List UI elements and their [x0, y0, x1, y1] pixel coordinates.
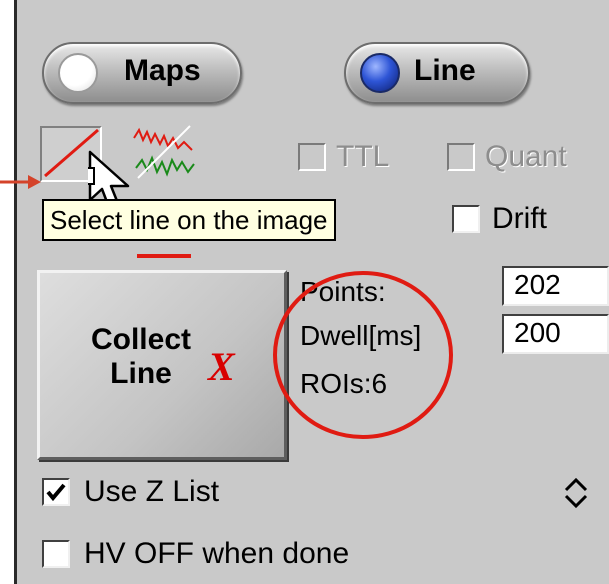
collect-status-x-mark: X: [208, 344, 235, 389]
line-mode-label: Line: [414, 54, 476, 87]
quant-checkbox[interactable]: [447, 143, 475, 171]
maps-mode-label: Maps: [124, 54, 201, 87]
drift-checkbox[interactable]: [452, 205, 480, 233]
drift-label: Drift: [492, 202, 547, 235]
rois-count: ROIs:6: [300, 368, 388, 399]
line-select-tool-button[interactable]: [40, 126, 102, 182]
hv-off-checkbox[interactable]: [42, 540, 70, 568]
up-down-arrows-icon[interactable]: [560, 476, 592, 510]
tooltip: Select line on the image: [42, 199, 336, 241]
ttl-label: TTL: [336, 140, 390, 173]
line-mode-button[interactable]: Line: [344, 42, 530, 104]
line-select-icon: [44, 128, 99, 178]
checkmark-icon: [46, 483, 66, 502]
line-radio-icon: [360, 53, 400, 93]
use-z-list-checkbox[interactable]: [42, 478, 70, 506]
dwell-label: Dwell[ms]: [300, 320, 422, 351]
collect-line-button[interactable]: Collect Line X: [37, 270, 287, 460]
maps-mode-button[interactable]: Maps: [42, 42, 242, 104]
quant-label: Quant: [485, 140, 567, 173]
multi-line-tool-button[interactable]: [130, 120, 195, 179]
points-field[interactable]: 202: [502, 266, 609, 306]
ttl-checkbox[interactable]: [298, 143, 326, 171]
dwell-field[interactable]: 200: [502, 314, 609, 354]
hv-off-label: HV OFF when done: [84, 537, 350, 570]
use-z-list-label: Use Z List: [84, 475, 220, 508]
points-label: Points:: [300, 276, 386, 307]
multi-line-profile-icon: [133, 125, 195, 179]
maps-radio-icon: [58, 53, 98, 93]
